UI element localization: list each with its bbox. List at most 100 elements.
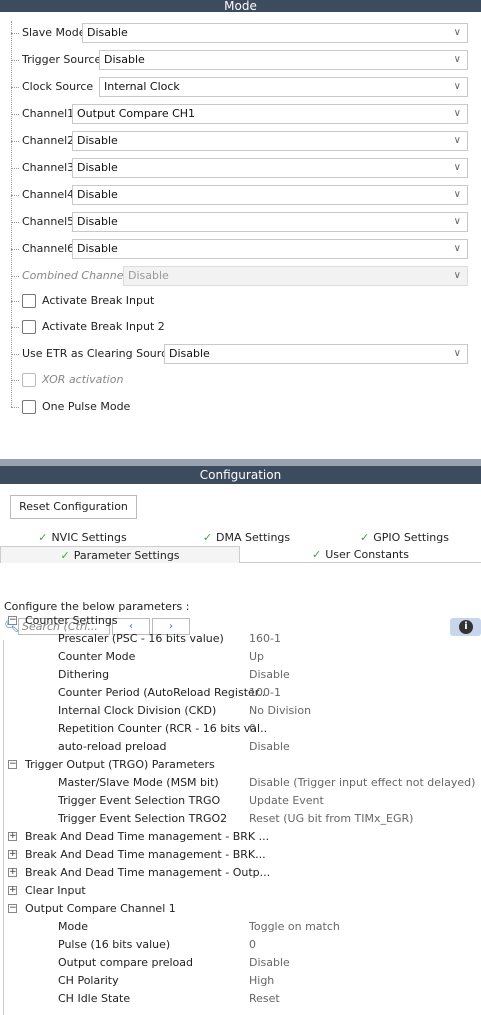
param-name: CH Idle State	[58, 992, 131, 1005]
tab-user-constants[interactable]: ✓ User Constants	[240, 546, 481, 563]
break-input-2-checkbox[interactable]	[22, 320, 36, 334]
group-title: Counter Settings	[25, 614, 118, 627]
channel2-select[interactable]: Disable ∨	[72, 131, 468, 151]
collapse-icon[interactable]: −	[8, 904, 17, 913]
param-value[interactable]: Toggle on match	[249, 918, 340, 936]
channel4-select[interactable]: Disable ∨	[72, 185, 468, 205]
param-value[interactable]: 0	[249, 936, 256, 954]
tree-branch	[11, 222, 19, 223]
param-value[interactable]: Disable	[249, 666, 290, 684]
break-input-label: Activate Break Input	[42, 294, 155, 307]
group-title: Break And Dead Time management - BRK...	[25, 848, 266, 861]
tree-branch	[11, 168, 19, 169]
chevron-down-icon: ∨	[453, 348, 461, 359]
param-value[interactable]: Reset	[249, 990, 280, 1008]
tree-branch	[11, 141, 19, 142]
expand-icon[interactable]: +	[8, 868, 17, 877]
panel-splitter[interactable]	[0, 459, 481, 466]
chevron-down-icon: ∨	[453, 216, 461, 227]
combined-channels-row: Combined Channels	[22, 265, 132, 287]
param-name: auto-reload preload	[58, 740, 167, 753]
param-value[interactable]: Disable (Trigger input effect not delaye…	[249, 774, 475, 792]
etr-select[interactable]: Disable ∨	[164, 344, 468, 364]
param-value[interactable]: Up	[249, 648, 264, 666]
expand-icon[interactable]: +	[8, 832, 17, 841]
break-input-checkbox[interactable]	[22, 294, 36, 308]
param-name: Repetition Counter (RCR - 16 bits val..	[58, 722, 268, 735]
clock-source-select[interactable]: Internal Clock ∨	[99, 77, 468, 97]
one-pulse-checkbox[interactable]	[22, 400, 36, 414]
trigger-source-label: Trigger Source	[22, 53, 102, 66]
param-name: CH Polarity	[58, 974, 119, 987]
param-value[interactable]: 100-1	[249, 684, 281, 702]
group-title: Trigger Output (TRGO) Parameters	[25, 758, 215, 771]
xor-row: XOR activation	[22, 369, 123, 391]
param-name: Trigger Event Selection TRGO	[58, 794, 221, 807]
break-input-2-label: Activate Break Input 2	[42, 320, 165, 333]
one-pulse-label: One Pulse Mode	[42, 400, 131, 413]
chevron-down-icon: ∨	[453, 243, 461, 254]
param-value[interactable]: 0	[249, 720, 256, 738]
param-value[interactable]: Disable	[249, 954, 290, 972]
slave-mode-label: Slave Mode	[22, 26, 86, 39]
tree-branch	[11, 33, 19, 34]
trigger-source-select[interactable]: Disable ∨	[99, 50, 468, 70]
tree-branch	[11, 114, 19, 115]
mode-header: Mode	[0, 0, 481, 12]
channel5-select[interactable]: Disable ∨	[72, 212, 468, 232]
param-value[interactable]: Update Event	[249, 792, 324, 810]
param-value[interactable]: 160-1	[249, 630, 281, 648]
group-title: Break And Dead Time management - BRK ...	[25, 830, 270, 843]
chevron-down-icon: ∨	[453, 189, 461, 200]
reset-configuration-button[interactable]: Reset Configuration	[10, 495, 137, 519]
param-name: Counter Period (AutoReload Register..	[58, 686, 266, 699]
expand-icon[interactable]: +	[8, 850, 17, 859]
slave-mode-select[interactable]: Disable ∨	[82, 23, 468, 43]
group-title: Clear Input	[25, 884, 86, 897]
collapse-icon[interactable]: −	[8, 616, 17, 625]
param-value[interactable]: High	[249, 972, 274, 990]
xor-checkbox	[22, 373, 36, 387]
xor-label: XOR activation	[42, 373, 124, 386]
channel6-select[interactable]: Disable ∨	[72, 239, 468, 259]
channel5-label: Channel5	[22, 215, 75, 228]
check-circle-icon: ✓	[60, 549, 70, 562]
tree-branch	[11, 407, 19, 408]
one-pulse-row[interactable]: One Pulse Mode	[22, 396, 130, 418]
channel6-label: Channel6	[22, 242, 75, 255]
tab-dma-settings[interactable]: ✓ DMA Settings	[165, 529, 328, 546]
tree-branch	[11, 276, 19, 277]
trigger-source-row: Trigger Source	[22, 49, 101, 71]
channel3-select[interactable]: Disable ∨	[72, 158, 468, 178]
param-value[interactable]: Disable	[249, 738, 290, 756]
chevron-down-icon: ∨	[453, 162, 461, 173]
param-name: Prescaler (PSC - 16 bits value)	[58, 632, 224, 645]
tree-branch	[11, 249, 19, 250]
expand-icon[interactable]: +	[8, 886, 17, 895]
channel2-row: Channel2	[22, 130, 74, 152]
tab-gpio-settings[interactable]: ✓ GPIO Settings	[328, 529, 481, 546]
group-title: Break And Dead Time management - Outp...	[25, 866, 271, 879]
param-name: Output compare preload	[58, 956, 194, 969]
tab-parameter-settings[interactable]: ✓ Parameter Settings	[0, 546, 240, 563]
param-name: Trigger Event Selection TRGO2	[58, 812, 228, 825]
info-icon: i	[459, 620, 473, 634]
chevron-down-icon: ∨	[453, 81, 461, 92]
param-value[interactable]: No Division	[249, 702, 311, 720]
clock-source-row: Clock Source	[22, 76, 93, 98]
break-input-2-row[interactable]: Activate Break Input 2	[22, 316, 165, 338]
etr-label: Use ETR as Clearing Source	[22, 347, 174, 360]
configuration-header: Configuration	[0, 466, 481, 484]
channel1-select[interactable]: Output Compare CH1 ∨	[72, 104, 468, 124]
slave-mode-row: Slave Mode	[22, 22, 86, 44]
tree-branch	[11, 195, 19, 196]
channel3-row: Channel3	[22, 157, 74, 179]
collapse-icon[interactable]: −	[8, 760, 17, 769]
param-name: Dithering	[58, 668, 110, 681]
channel1-row: Channel1	[22, 103, 74, 125]
break-input-row[interactable]: Activate Break Input	[22, 290, 154, 312]
info-button[interactable]: i	[450, 618, 481, 636]
tree-branch	[11, 87, 19, 88]
tab-nvic-settings[interactable]: ✓ NVIC Settings	[0, 529, 165, 546]
param-value[interactable]: Reset (UG bit from TIMx_EGR)	[249, 810, 413, 828]
